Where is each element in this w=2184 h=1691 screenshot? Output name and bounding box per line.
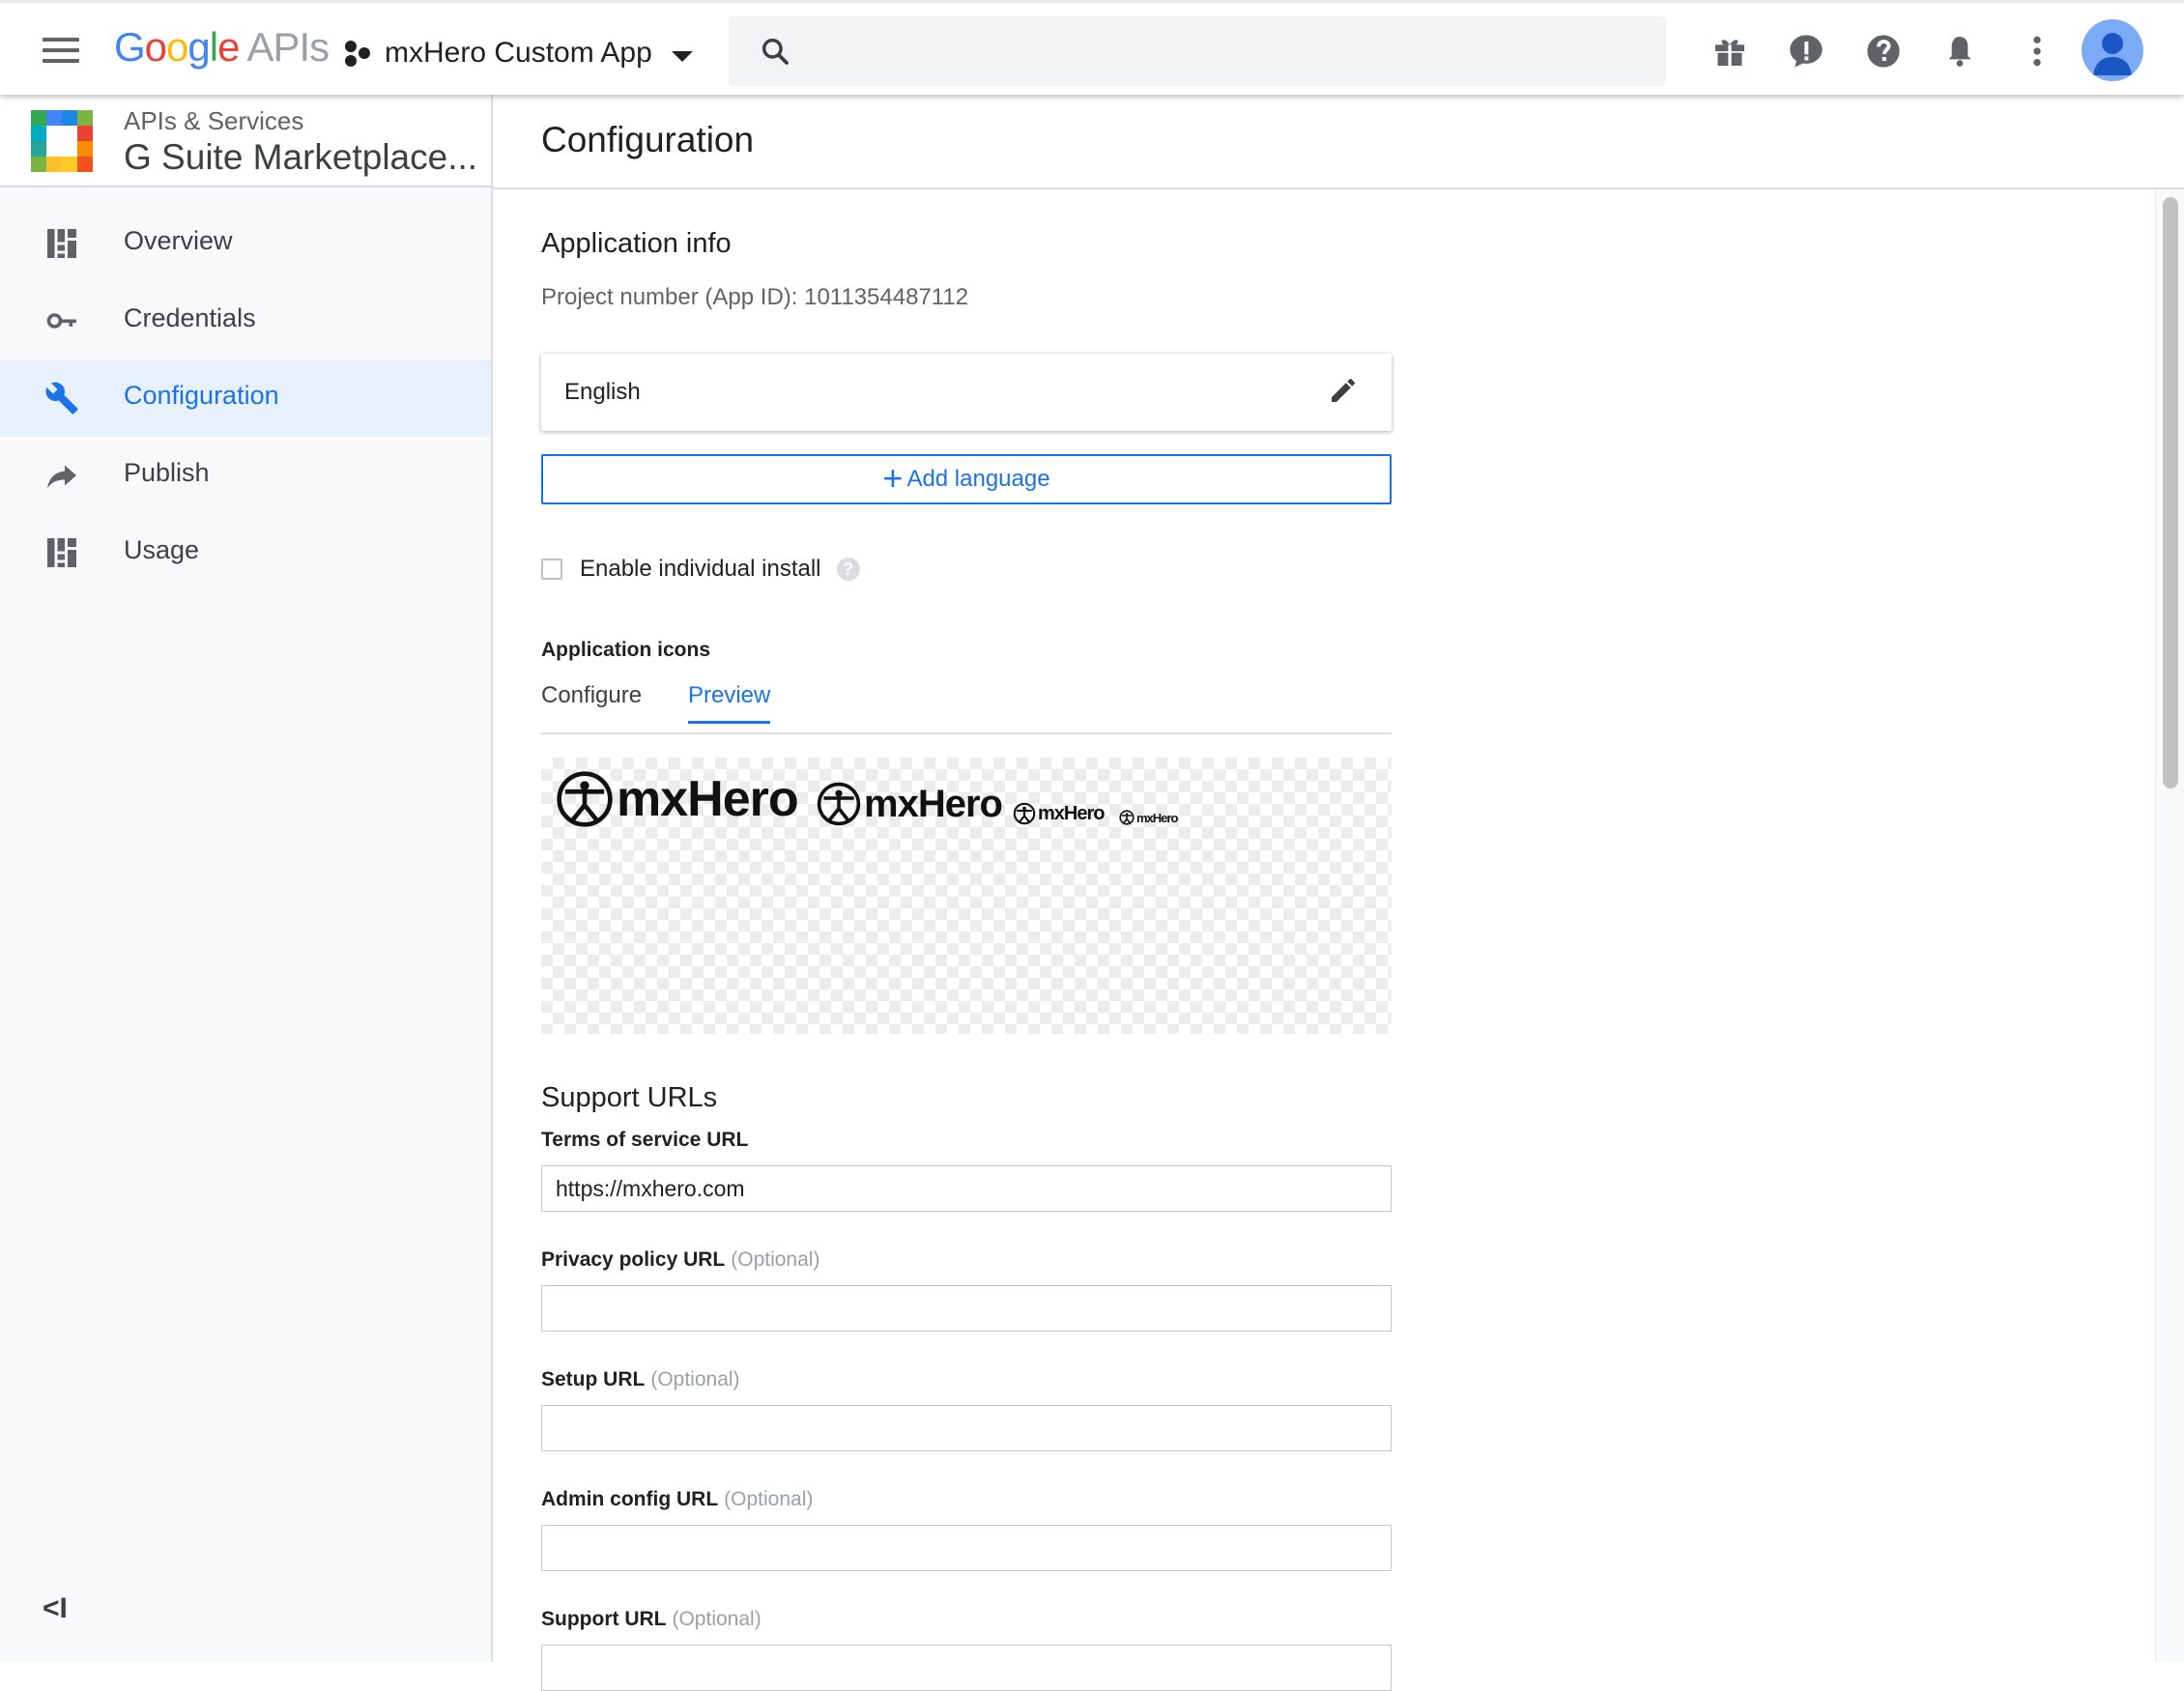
chevron-down-icon bbox=[671, 50, 693, 62]
more-options-icon[interactable] bbox=[2018, 32, 2056, 71]
individual-install-checkbox[interactable] bbox=[541, 559, 562, 580]
search-icon bbox=[762, 38, 789, 65]
icon-tabs: Configure Preview bbox=[541, 682, 1392, 734]
sidebar-item-label: Configuration bbox=[124, 381, 279, 410]
mxhero-logo-text: mxHero bbox=[1136, 810, 1178, 825]
mxhero-logo-48: mxHero bbox=[1013, 802, 1105, 825]
logo-apis-text: APIs bbox=[246, 24, 330, 70]
sidebar-item-label: Credentials bbox=[124, 303, 256, 332]
privacy-policy-url-input[interactable] bbox=[541, 1285, 1392, 1332]
marketplace-logo-icon bbox=[31, 110, 93, 172]
dashboard-icon bbox=[47, 229, 76, 258]
application-info-title: Application info bbox=[541, 228, 732, 259]
mxhero-figure-icon bbox=[557, 771, 613, 827]
mxhero-logo-128: mxHero bbox=[555, 769, 799, 829]
feedback-icon[interactable] bbox=[1787, 32, 1825, 71]
notifications-bell-icon[interactable] bbox=[1940, 32, 1979, 71]
terms-of-service-label: Terms of service URL bbox=[541, 1129, 754, 1152]
terms-of-service-url-input[interactable] bbox=[541, 1165, 1392, 1212]
mxhero-logo-32: mxHero bbox=[1119, 810, 1178, 825]
mxhero-logo-text: mxHero bbox=[1038, 802, 1105, 824]
optional-hint: (Optional) bbox=[731, 1248, 820, 1271]
privacy-policy-label: Privacy policy URL (Optional) bbox=[541, 1248, 819, 1272]
sidebar-item-label: Usage bbox=[124, 535, 200, 564]
main-menu-button[interactable] bbox=[43, 38, 79, 63]
google-apis-logo[interactable]: Google APIs bbox=[114, 24, 330, 71]
sidebar-header-subtitle: APIs & Services bbox=[124, 106, 304, 135]
sidebar-item-label: Publish bbox=[124, 458, 210, 487]
add-language-button[interactable]: + Add language bbox=[541, 454, 1392, 504]
project-name: mxHero Custom App bbox=[385, 37, 652, 69]
sidebar-header: APIs & Services G Suite Marketplace... bbox=[0, 95, 491, 187]
dashboard-icon bbox=[47, 538, 76, 567]
wrench-icon bbox=[45, 382, 78, 415]
icon-preview-area: mxHero mxHero mxHero mxHero bbox=[541, 758, 1392, 1034]
admin-config-url-label: Admin config URL (Optional) bbox=[541, 1488, 813, 1511]
sidebar-item-overview[interactable]: Overview bbox=[0, 205, 491, 282]
language-card[interactable]: English bbox=[541, 354, 1392, 431]
admin-config-url-input[interactable] bbox=[541, 1525, 1392, 1571]
plus-icon: + bbox=[882, 458, 904, 498]
individual-install-label: Enable individual install bbox=[580, 556, 821, 582]
account-person-icon bbox=[2093, 33, 2132, 75]
sidebar-item-credentials[interactable]: Credentials bbox=[0, 282, 491, 359]
sidebar-nav: APIs & Services G Suite Marketplace... O… bbox=[0, 95, 493, 1662]
tab-preview[interactable]: Preview bbox=[688, 682, 771, 724]
project-dots-icon bbox=[345, 41, 370, 67]
field-label-text: Privacy policy URL bbox=[541, 1248, 726, 1271]
sidebar-item-configuration[interactable]: Configuration bbox=[0, 359, 491, 437]
project-number-text: Project number (App ID): 1011354487112 bbox=[541, 284, 969, 310]
mxhero-figure-icon bbox=[1013, 802, 1036, 825]
scrollbar-thumb[interactable] bbox=[2163, 197, 2178, 788]
sidebar-item-label: Overview bbox=[124, 226, 233, 255]
search-input[interactable] bbox=[816, 28, 1651, 76]
collapse-sidebar-button[interactable]: <I bbox=[43, 1592, 68, 1625]
page-title: Configuration bbox=[541, 120, 755, 159]
gift-icon[interactable] bbox=[1710, 32, 1749, 71]
optional-hint: (Optional) bbox=[650, 1368, 740, 1390]
sidebar-header-title: G Suite Marketplace... bbox=[124, 137, 478, 177]
mxhero-figure-icon bbox=[1119, 810, 1135, 825]
share-arrow-icon bbox=[47, 465, 76, 489]
support-urls-title: Support URLs bbox=[541, 1082, 718, 1113]
field-label-text: Setup URL bbox=[541, 1368, 646, 1390]
support-url-input[interactable] bbox=[541, 1645, 1392, 1691]
mxhero-logo-text: mxHero bbox=[864, 782, 1003, 825]
field-label-text: Support URL bbox=[541, 1608, 667, 1630]
top-app-bar: Google APIs mxHero Custom App bbox=[0, 0, 2184, 95]
key-icon bbox=[46, 313, 76, 329]
application-icons-title: Application icons bbox=[541, 639, 711, 661]
page-header: Configuration bbox=[493, 95, 2184, 189]
sidebar-item-publish[interactable]: Publish bbox=[0, 437, 491, 514]
mxhero-logo-text: mxHero bbox=[617, 771, 799, 827]
edit-pencil-icon[interactable] bbox=[1328, 375, 1359, 406]
account-avatar[interactable] bbox=[2082, 19, 2143, 81]
help-icon[interactable]: ? bbox=[836, 558, 860, 581]
setup-url-label: Setup URL (Optional) bbox=[541, 1368, 740, 1391]
tab-configure[interactable]: Configure bbox=[541, 682, 642, 721]
mxhero-logo-96: mxHero bbox=[816, 781, 1003, 827]
optional-hint: (Optional) bbox=[724, 1488, 814, 1510]
field-label-text: Admin config URL bbox=[541, 1488, 719, 1510]
language-name: English bbox=[564, 379, 641, 405]
add-language-label: Add language bbox=[906, 466, 1050, 492]
sidebar-item-usage[interactable]: Usage bbox=[0, 514, 491, 591]
search-bar[interactable] bbox=[729, 16, 1666, 86]
individual-install-row: Enable individual install ? bbox=[541, 553, 860, 586]
project-picker[interactable]: mxHero Custom App bbox=[344, 32, 693, 74]
mxhero-figure-icon bbox=[817, 782, 861, 826]
optional-hint: (Optional) bbox=[672, 1608, 762, 1630]
support-url-label: Support URL (Optional) bbox=[541, 1608, 762, 1631]
help-icon[interactable] bbox=[1864, 32, 1903, 71]
field-label-text: Terms of service URL bbox=[541, 1129, 749, 1151]
setup-url-input[interactable] bbox=[541, 1405, 1392, 1451]
